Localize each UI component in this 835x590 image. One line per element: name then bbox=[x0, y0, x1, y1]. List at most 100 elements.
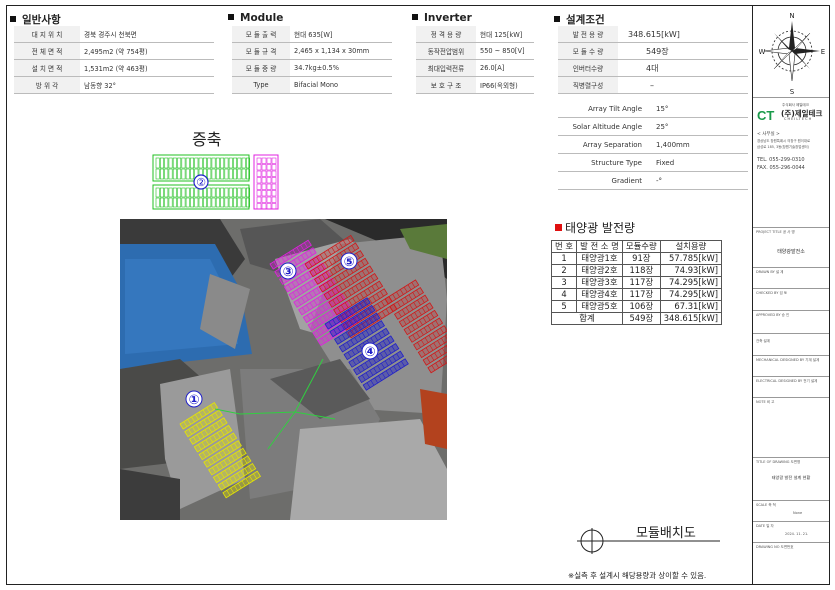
module-cell bbox=[202, 187, 207, 198]
module-cell bbox=[207, 157, 212, 169]
plant-output-table: 번 호발 전 소 명 모듈수량 설치용량 1 태양광1호 91장 57.785[kW] 2… bbox=[550, 240, 723, 325]
module-cell bbox=[256, 183, 262, 190]
inverter-title: Inverter bbox=[412, 12, 472, 24]
module-cell bbox=[237, 168, 242, 180]
module-cell bbox=[266, 164, 272, 171]
module-cell bbox=[185, 157, 190, 169]
svg-text:E: E bbox=[821, 48, 825, 56]
module-cell bbox=[194, 157, 199, 169]
module-cell bbox=[198, 197, 203, 208]
title-block: N S E W CT 주식회사 제일테크 (주)제일테크 CHEILTECH <… bbox=[752, 5, 830, 585]
module-cell bbox=[168, 197, 173, 208]
module-cell bbox=[185, 187, 190, 198]
extension-circle-label: ② bbox=[196, 176, 206, 189]
module-cell bbox=[215, 157, 220, 169]
module-cell bbox=[256, 177, 262, 184]
map-label-4: ④ bbox=[364, 345, 375, 360]
module-cell bbox=[181, 157, 186, 169]
general-title: 일반사항 bbox=[10, 12, 61, 27]
drawing-title: 모듈배치도 bbox=[636, 526, 696, 541]
module-cell bbox=[215, 187, 220, 198]
plant-title: 태양광 발전량 bbox=[555, 219, 635, 236]
module-cell bbox=[181, 197, 186, 208]
map-label-1: ① bbox=[188, 393, 199, 408]
module-cell bbox=[155, 197, 160, 208]
map-label-5: ⑤ bbox=[343, 255, 354, 270]
module-cell bbox=[181, 168, 186, 180]
module-cell bbox=[261, 177, 267, 184]
company-logo: CT 주식회사 제일테크 (주)제일테크 CHEILTECH bbox=[757, 103, 823, 123]
module-cell bbox=[160, 187, 164, 198]
module-cell bbox=[168, 157, 173, 169]
design-table: 발 전 용 량 348.615[kW] 모 듈 수 량 549장 인버터수량 4대 직… bbox=[558, 26, 748, 94]
inverter-table: 정 격 용 량 현대 125[kW] 동작전압범위 550 ~ 850[V] 최대입… bbox=[416, 26, 534, 94]
module-cell bbox=[266, 177, 272, 184]
module-cell bbox=[261, 183, 267, 190]
module-cell bbox=[185, 168, 190, 180]
red-square-icon bbox=[555, 224, 562, 231]
module-cell bbox=[211, 168, 216, 180]
module-cell bbox=[233, 168, 238, 180]
module-cell bbox=[224, 197, 229, 208]
module-cell bbox=[271, 164, 277, 171]
module-cell bbox=[261, 164, 267, 171]
module-cell bbox=[172, 168, 177, 180]
module-cell bbox=[256, 157, 262, 164]
compass-icon: N S E W bbox=[759, 12, 825, 96]
module-cell bbox=[256, 190, 262, 197]
module-cell bbox=[266, 183, 272, 190]
module-cell bbox=[177, 168, 182, 180]
module-cell bbox=[271, 203, 277, 210]
table-row: 1 태양광1호 91장 57.785[kW] bbox=[550, 252, 723, 265]
module-cell bbox=[194, 187, 199, 198]
svg-text:N: N bbox=[789, 12, 794, 20]
module-cell bbox=[266, 190, 272, 197]
module-cell bbox=[256, 196, 262, 203]
module-cell bbox=[237, 197, 242, 208]
table-row: 2 태양광2호 118장 74.93[kW] bbox=[550, 264, 723, 277]
module-cell bbox=[220, 157, 225, 169]
module-cell bbox=[241, 187, 246, 198]
module-cell bbox=[261, 190, 267, 197]
module-cell bbox=[228, 187, 233, 198]
module-cell bbox=[155, 157, 160, 169]
module-cell bbox=[233, 157, 238, 169]
module-cell bbox=[224, 157, 229, 169]
module-cell bbox=[172, 197, 177, 208]
module-cell bbox=[164, 187, 169, 198]
module-cell bbox=[211, 187, 216, 198]
module-cell bbox=[224, 168, 229, 180]
module-cell bbox=[164, 197, 169, 208]
module-cell bbox=[233, 187, 238, 198]
module-cell bbox=[266, 203, 272, 210]
module-cell bbox=[160, 157, 164, 169]
module-cell bbox=[271, 196, 277, 203]
module-cell bbox=[266, 196, 272, 203]
svg-text:W: W bbox=[759, 48, 766, 56]
module-cell bbox=[211, 157, 216, 169]
module-cell bbox=[256, 164, 262, 171]
module-cell bbox=[190, 157, 195, 169]
module-cell bbox=[185, 197, 190, 208]
module-cell bbox=[164, 168, 169, 180]
module-cell bbox=[271, 177, 277, 184]
module-cell bbox=[172, 157, 177, 169]
module-cell bbox=[241, 197, 246, 208]
map-label-3: ③ bbox=[282, 265, 293, 280]
module-cell bbox=[271, 170, 277, 177]
module-cell bbox=[202, 197, 207, 208]
aerial-map-svg: ① ③ ⑤ ④ bbox=[120, 219, 447, 520]
module-cell bbox=[261, 196, 267, 203]
table-row: 4 태양광4호 117장 74.295[kW] bbox=[550, 288, 723, 301]
module-cell bbox=[228, 157, 233, 169]
module-cell bbox=[177, 157, 182, 169]
svg-text:S: S bbox=[790, 88, 795, 96]
module-cell bbox=[207, 187, 212, 198]
module-cell bbox=[271, 157, 277, 164]
module-cell bbox=[194, 197, 199, 208]
module-table: 모 듈 출 력 현대 635[W] 모 듈 규 격 2,465 x 1,134 x … bbox=[232, 26, 392, 94]
module-cell bbox=[256, 170, 262, 177]
module-cell bbox=[228, 168, 233, 180]
module-cell bbox=[177, 187, 182, 198]
module-title: Module bbox=[228, 12, 283, 24]
